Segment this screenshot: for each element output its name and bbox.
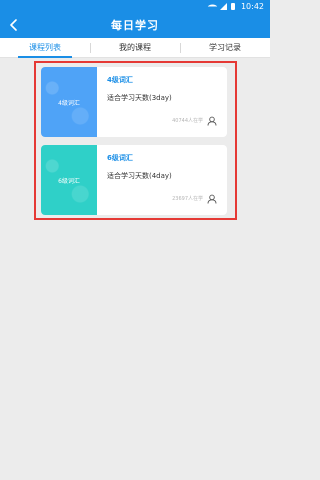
- user-icon: [207, 194, 217, 204]
- wifi-icon: [207, 1, 217, 11]
- course-thumbnail-label: 4级词汇: [58, 99, 80, 107]
- course-thumbnail: 6级词汇: [41, 145, 97, 215]
- app-header: 每日学习: [0, 12, 270, 38]
- tab-course-list[interactable]: 课程列表: [0, 38, 90, 58]
- chevron-left-icon: [10, 19, 17, 31]
- course-title: 6级词汇: [107, 154, 133, 162]
- tab-my-courses[interactable]: 我的课程: [90, 38, 180, 58]
- back-button[interactable]: [6, 16, 22, 34]
- page-title: 每日学习: [111, 19, 159, 32]
- tab-study-records[interactable]: 学习记录: [180, 38, 270, 58]
- tab-bar: 课程列表 我的课程 学习记录: [0, 38, 270, 58]
- course-description: 适合学习天数(4day): [107, 172, 172, 180]
- course-info: 4级词汇 适合学习天数(3day) 40744人在学: [97, 67, 227, 137]
- course-title: 4级词汇: [107, 76, 133, 84]
- user-icon: [207, 116, 217, 126]
- course-learners: 23697人在学: [172, 196, 203, 202]
- course-thumbnail-label: 6级词汇: [58, 177, 80, 185]
- course-card[interactable]: 6级词汇 6级词汇 适合学习天数(4day) 23697人在学: [41, 145, 227, 215]
- signal-icon: [219, 2, 227, 10]
- course-thumbnail: 4级词汇: [41, 67, 97, 137]
- status-bar: 10:42: [0, 0, 270, 12]
- battery-icon: [230, 2, 235, 10]
- course-info: 6级词汇 适合学习天数(4day) 23697人在学: [97, 145, 227, 215]
- course-description: 适合学习天数(3day): [107, 94, 172, 102]
- course-learners: 40744人在学: [172, 118, 203, 124]
- course-card[interactable]: 4级词汇 4级词汇 适合学习天数(3day) 40744人在学: [41, 67, 227, 137]
- status-time: 10:42: [240, 1, 264, 11]
